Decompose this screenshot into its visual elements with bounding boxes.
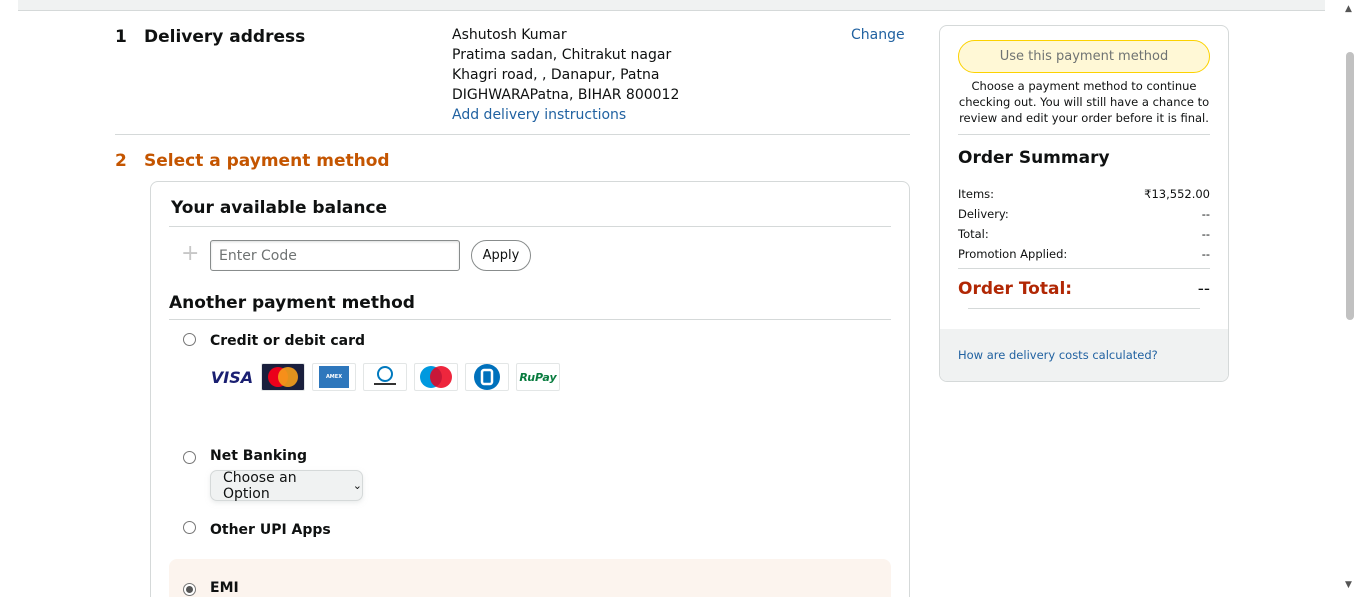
divider bbox=[169, 226, 891, 227]
rupay-text: RuPay bbox=[519, 370, 557, 384]
scroll-down-icon[interactable]: ▼ bbox=[1345, 580, 1352, 590]
top-bar bbox=[18, 0, 1325, 11]
summary-row-delivery: Delivery: -- bbox=[958, 207, 1210, 221]
card-option-label[interactable]: Credit or debit card bbox=[210, 333, 365, 349]
diners-club-icon bbox=[374, 366, 396, 385]
row-label: Delivery: bbox=[958, 207, 1009, 221]
row-label: Promotion Applied: bbox=[958, 247, 1068, 261]
order-total-value: -- bbox=[1197, 279, 1210, 299]
payment-step-number: 2 bbox=[115, 151, 127, 171]
amex-icon: AMEX bbox=[319, 366, 349, 388]
row-value: -- bbox=[1201, 227, 1210, 241]
divider bbox=[115, 134, 910, 135]
delivery-costs-link[interactable]: How are delivery costs calculated? bbox=[958, 348, 1158, 362]
plus-icon: + bbox=[181, 241, 200, 266]
page-scrollbar[interactable]: ▲ ▼ bbox=[1342, 0, 1358, 597]
gift-code-input[interactable] bbox=[210, 240, 460, 271]
maestro-logo bbox=[414, 363, 458, 391]
apply-button[interactable]: Apply bbox=[471, 240, 531, 271]
row-label: Items: bbox=[958, 187, 995, 201]
maestro-icon bbox=[420, 366, 452, 388]
visa-logo: VISA bbox=[210, 363, 254, 391]
rupay-logo: RuPay bbox=[516, 363, 560, 391]
bank-select[interactable]: Choose an Option ⌄ bbox=[210, 469, 363, 502]
amex-logo: AMEX bbox=[312, 363, 356, 391]
use-payment-method-button[interactable]: Use this payment method bbox=[958, 40, 1210, 73]
balance-title: Your available balance bbox=[171, 198, 388, 218]
address-line-1: Pratima sadan, Chitrakut nagar bbox=[452, 47, 672, 63]
change-address-link[interactable]: Change bbox=[851, 27, 905, 43]
diners-logo bbox=[363, 363, 407, 391]
upi-label[interactable]: Other UPI Apps bbox=[210, 522, 331, 538]
summary-row-total: Total: -- bbox=[958, 227, 1210, 241]
summary-row-items: Items: ₹13,552.00 bbox=[958, 187, 1210, 201]
order-summary-panel: Use this payment method Choose a payment… bbox=[939, 25, 1229, 382]
mastercard-logo bbox=[261, 363, 305, 391]
mastercard-icon bbox=[268, 367, 298, 387]
order-total-label: Order Total: bbox=[958, 279, 1073, 299]
delivery-step-number: 1 bbox=[115, 27, 127, 47]
scrollbar-thumb[interactable] bbox=[1346, 52, 1354, 320]
emi-label[interactable]: EMI bbox=[210, 580, 239, 596]
summary-row-promotion: Promotion Applied: -- bbox=[958, 247, 1210, 261]
visa-text: VISA bbox=[210, 367, 254, 387]
emi-option-box bbox=[169, 559, 891, 597]
order-summary-title: Order Summary bbox=[958, 148, 1110, 168]
row-value: -- bbox=[1201, 207, 1210, 221]
delivery-title: Delivery address bbox=[144, 27, 306, 47]
net-banking-radio[interactable] bbox=[183, 451, 196, 464]
emi-radio[interactable] bbox=[183, 583, 196, 596]
divider bbox=[169, 319, 891, 320]
summary-footer: How are delivery costs calculated? bbox=[940, 329, 1228, 381]
payment-title: Select a payment method bbox=[144, 151, 390, 171]
row-value: -- bbox=[1201, 247, 1210, 261]
add-delivery-instructions-link[interactable]: Add delivery instructions bbox=[452, 107, 626, 123]
address-line-2: Khagri road, , Danapur, Patna bbox=[452, 67, 660, 83]
bajaj-finserv-icon bbox=[474, 364, 500, 390]
bajaj-logo bbox=[465, 363, 509, 391]
card-radio[interactable] bbox=[183, 333, 196, 346]
bank-select-value: Choose an Option bbox=[223, 469, 297, 502]
row-label: Total: bbox=[958, 227, 989, 241]
address-name: Ashutosh Kumar bbox=[452, 27, 567, 43]
scroll-up-icon[interactable]: ▲ bbox=[1345, 4, 1352, 14]
net-banking-label[interactable]: Net Banking bbox=[210, 448, 307, 464]
upi-radio[interactable] bbox=[183, 521, 196, 534]
row-value: ₹13,552.00 bbox=[1144, 187, 1210, 201]
address-line-3: DIGHWARAPatna, BIHAR 800012 bbox=[452, 87, 680, 103]
divider bbox=[958, 268, 1210, 269]
order-total-row: Order Total: -- bbox=[958, 279, 1210, 299]
summary-note: Choose a payment method to continue chec… bbox=[958, 79, 1210, 125]
divider bbox=[958, 134, 1210, 135]
divider bbox=[968, 308, 1200, 309]
another-method-title: Another payment method bbox=[169, 293, 415, 313]
chevron-down-icon: ⌄ bbox=[352, 479, 362, 492]
